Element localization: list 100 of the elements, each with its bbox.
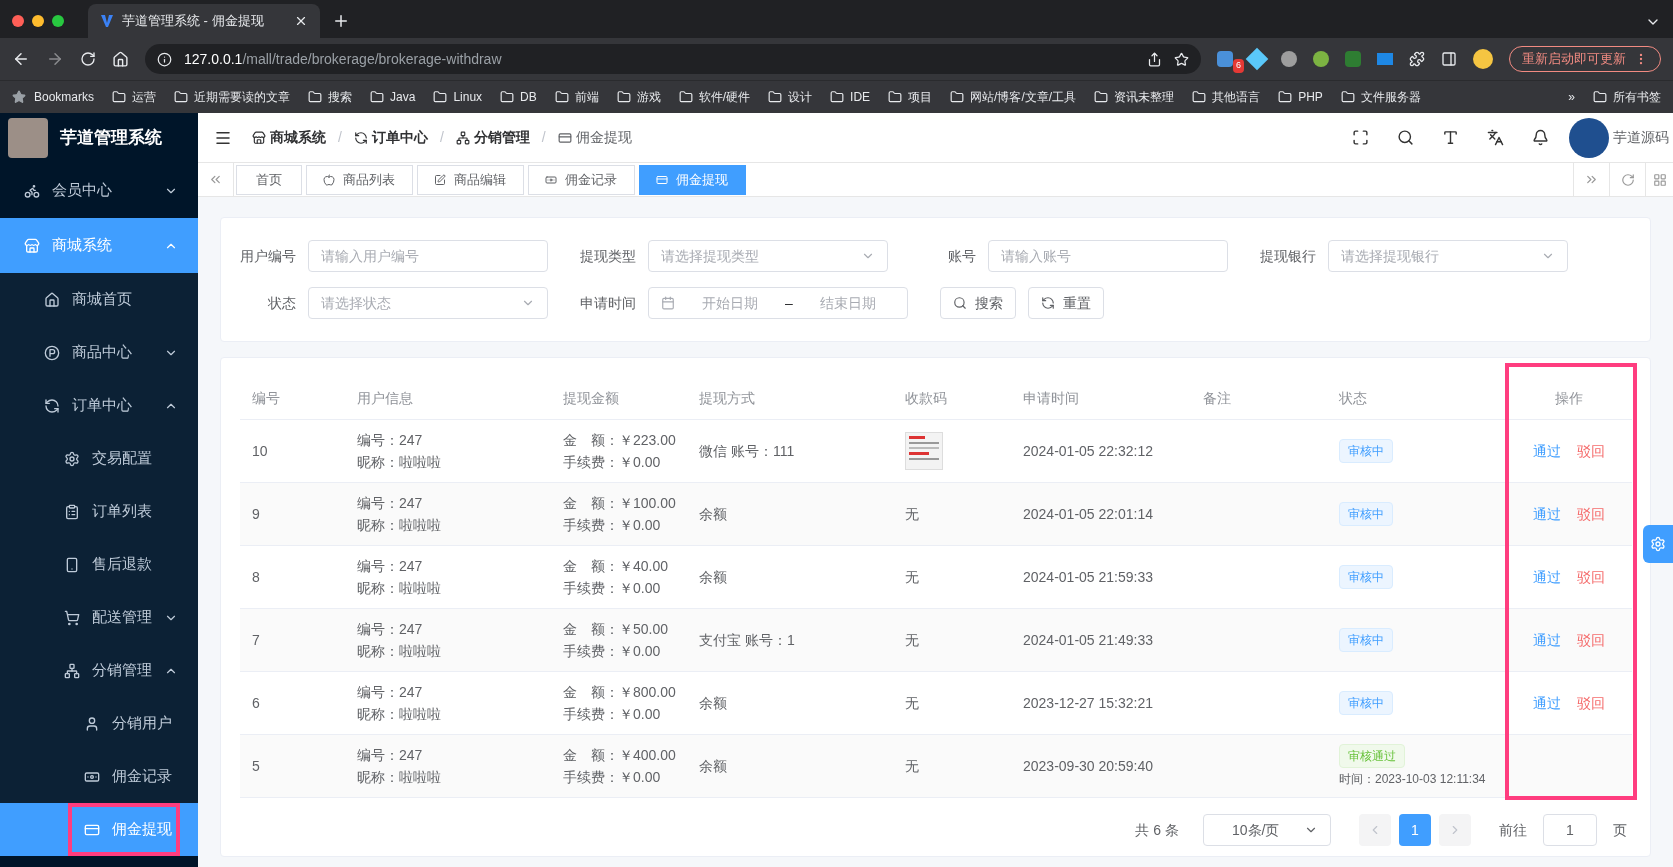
bookmark-folder[interactable]: Linux — [453, 88, 483, 106]
breadcrumb-item[interactable]: 商城系统 — [270, 127, 326, 148]
refresh-icon[interactable] — [1620, 172, 1635, 187]
folder-icon — [1340, 90, 1355, 104]
input-field[interactable]: 请输入用户编号 — [308, 240, 548, 272]
receipt-cell: 无 — [905, 505, 919, 522]
id-cell: 5 — [252, 757, 260, 774]
url-text: 127.0.0.1/mall/trade/brokerage/brokerage-withdraw — [184, 49, 502, 69]
browser-tab[interactable]: 芋道管理系统 - 佣金提现 — [88, 4, 320, 38]
user-number-text: 编号：247 — [357, 431, 424, 450]
folder-icon — [768, 90, 783, 104]
bookmarks-label[interactable]: Bookmarks — [34, 88, 95, 106]
user-icon — [84, 715, 100, 732]
bookmark-star-icon[interactable] — [1174, 51, 1189, 67]
new-tab-icon[interactable] — [332, 12, 350, 30]
status-tag: 审核中 — [1339, 691, 1393, 715]
home-icon[interactable] — [112, 50, 129, 68]
sidebar-item[interactable]: 商城首页 — [0, 273, 198, 326]
breadcrumb-separator: / — [439, 128, 444, 147]
sidebar-item[interactable]: 分销管理 — [0, 644, 198, 697]
input-field[interactable]: 请输入账号 — [988, 240, 1228, 272]
qr-code-thumbnail[interactable] — [905, 432, 943, 470]
bookmark-folder[interactable]: 搜索 — [328, 88, 353, 106]
bell-icon[interactable] — [1532, 129, 1549, 146]
id-cell: 9 — [252, 505, 260, 522]
extension-icon[interactable] — [1313, 51, 1329, 67]
translate-icon[interactable] — [1487, 129, 1504, 146]
address-bar[interactable]: 127.0.0.1/mall/trade/brokerage/brokerage-withdraw — [145, 44, 1201, 74]
bookmark-folder[interactable]: 项目 — [908, 88, 933, 106]
sidebar-item[interactable]: 售后退款 — [0, 538, 198, 591]
bookmark-folder[interactable]: 网站/博客/文章/工具 — [970, 88, 1077, 106]
extensions-icon[interactable] — [1409, 51, 1425, 67]
sidebar-item[interactable]: 分销用户 — [0, 697, 198, 750]
credit-card-icon — [656, 173, 668, 186]
page-tab[interactable]: 商品列表 — [306, 164, 413, 195]
settings-icon — [1650, 536, 1666, 552]
banknote-icon — [545, 173, 557, 186]
date-range-field[interactable]: 开始日期 – 结束日期 — [648, 287, 908, 319]
sidebar-item[interactable]: 订单列表 — [0, 485, 198, 538]
bookmark-folder[interactable]: 近期需要读的文章 — [194, 88, 291, 106]
nickname-text: 昵称：啦啦啦 — [357, 768, 442, 787]
avatar-photo-placeholder[interactable] — [1569, 117, 1609, 158]
page-size-select[interactable]: 10条/页 — [1203, 814, 1331, 846]
bookmark-folder[interactable]: 游戏 — [636, 88, 661, 106]
amount-text: 金 额：￥50.00 — [563, 620, 670, 639]
reload-icon[interactable] — [80, 51, 96, 67]
bookmark-folder[interactable]: 软件/硬件 — [698, 88, 751, 106]
sidebar-item[interactable]: 配送管理 — [0, 591, 198, 644]
bookmark-folder[interactable]: PHP — [1298, 88, 1323, 106]
sidebar-item[interactable]: 订单中心 — [0, 379, 198, 432]
profile-avatar[interactable] — [1473, 49, 1493, 69]
bookmark-folder[interactable]: 其他语言 — [1212, 88, 1261, 106]
bookmark-folder[interactable]: IDE — [850, 88, 871, 106]
breadcrumb-item[interactable]: 订单中心 — [371, 127, 428, 148]
logo-photo-placeholder — [8, 118, 48, 158]
bookmark-folder[interactable]: Java — [390, 88, 416, 106]
bookmark-folder[interactable]: 前端 — [574, 88, 599, 106]
close-icon[interactable] — [294, 14, 308, 28]
user-number-text: 编号：247 — [357, 746, 424, 765]
sidebar-item[interactable]: 商品中心 — [0, 326, 198, 379]
withdraw-method-cell: 余额 — [699, 568, 727, 585]
goto-page-field[interactable]: 1 — [1543, 814, 1597, 846]
fee-text: 手续费：￥0.00 — [563, 453, 662, 472]
total-count: 共 6 条 — [1135, 820, 1179, 840]
settings-button[interactable] — [1643, 525, 1673, 563]
receipt-cell: 无 — [905, 694, 919, 711]
phone-icon — [64, 556, 80, 573]
folder-icon — [678, 90, 693, 104]
refresh-icon — [353, 130, 368, 145]
bookmark-folder[interactable]: 文件服务器 — [1360, 88, 1421, 106]
side-panel-icon[interactable] — [1441, 51, 1457, 67]
fee-text: 手续费：￥0.00 — [563, 768, 662, 787]
sidebar-item[interactable]: 交易配置 — [0, 432, 198, 485]
cart-icon — [64, 609, 80, 626]
bookmark-folder[interactable]: 运营 — [132, 88, 157, 106]
bookmark-folder[interactable]: 资讯未整理 — [1114, 88, 1175, 106]
page-tab[interactable]: 商品编辑 — [417, 164, 524, 195]
amount-text: 金 额：￥100.00 — [563, 494, 675, 513]
username[interactable]: 芋道源码 — [1613, 127, 1669, 148]
sidebar-item[interactable]: 佣金记录 — [0, 750, 198, 803]
tab-title: 芋道管理系统 - 佣金提现 — [122, 12, 265, 31]
fullscreen-icon[interactable] — [1352, 129, 1369, 146]
user-number-text: 编号：247 — [357, 494, 424, 513]
gear-icon — [64, 450, 80, 467]
reset-button[interactable]: 重置 — [1028, 287, 1104, 319]
bookmark-folder[interactable]: 所有书签 — [1613, 88, 1661, 106]
refresh-icon — [44, 397, 60, 414]
back-icon[interactable] — [12, 50, 30, 68]
font-size-icon[interactable] — [1442, 129, 1459, 146]
bookmark-folder[interactable]: 设计 — [788, 88, 813, 106]
search-button[interactable]: 搜索 — [940, 287, 1016, 319]
bookmark-folder[interactable]: DB — [520, 88, 537, 106]
extension-icon[interactable] — [1281, 51, 1297, 67]
page-tab[interactable]: 佣金记录 — [528, 164, 635, 195]
forward-icon[interactable] — [46, 50, 64, 68]
share-icon[interactable] — [1147, 51, 1162, 67]
search-icon[interactable] — [1397, 129, 1414, 146]
more-bookmarks-button[interactable]: » — [1568, 88, 1575, 106]
page-tab[interactable]: 首页 — [236, 164, 302, 195]
breadcrumb-item[interactable]: 分销管理 — [473, 127, 530, 148]
